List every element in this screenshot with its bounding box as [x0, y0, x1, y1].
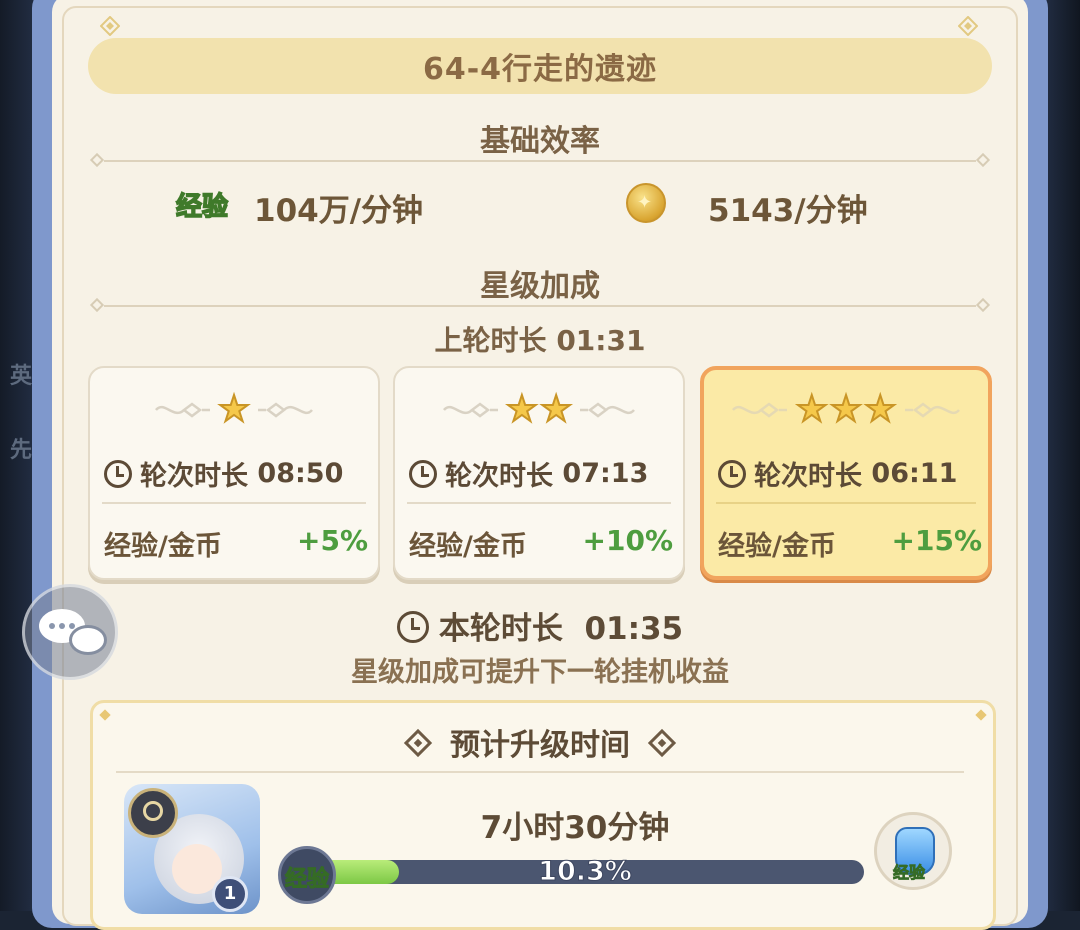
gold-rate: 5143/分钟: [708, 193, 868, 229]
background-glyph: 英: [10, 364, 33, 389]
round-duration: 轮次时长 07:13: [409, 454, 648, 493]
clock-icon: [409, 459, 437, 488]
hero-avatar[interactable]: 1: [124, 784, 260, 914]
xp-progress-bar: 10.3%: [306, 856, 864, 888]
bonus-value: +10%: [582, 524, 673, 557]
chat-button[interactable]: [22, 584, 118, 680]
star-bonus-hint: 星级加成可提升下一轮挂机收益: [351, 657, 729, 688]
reward-label: 经验/金币: [409, 531, 527, 562]
bonus-value: +15%: [891, 524, 982, 557]
hero-class-emblem-icon: [128, 788, 178, 838]
star-tier-card-2[interactable]: ★★ 轮次时长 07:13 经验/金币 +10%: [393, 366, 685, 580]
reward-label: 经验/金币: [104, 531, 222, 562]
round-duration: 轮次时长 08:50: [104, 454, 343, 493]
ornament-left-icon: [732, 402, 788, 418]
hero-level-badge: 1: [212, 876, 248, 912]
ornament-right-icon: [580, 402, 636, 418]
last-round-value: 01:31: [556, 324, 646, 357]
star-icon: ★: [829, 389, 863, 431]
ornament-right-icon: [258, 402, 314, 418]
star-icon: ★: [863, 389, 897, 431]
ornament-right-icon: [904, 402, 960, 418]
last-round-duration: 上轮时长 01:31: [0, 319, 1080, 359]
star-icon: ★: [795, 389, 829, 431]
current-round-duration: 本轮时长 01:35: [0, 603, 1080, 648]
reward-label: 经验/金币: [718, 531, 836, 562]
star-tier-card-3[interactable]: ★★★ 轮次时长 06:11 经验/金币 +15%: [700, 366, 992, 580]
stage-title: 64-4行走的遗迹: [422, 52, 658, 87]
xp-rate: 104万/分钟: [254, 193, 424, 229]
diamond-ornament-icon: [958, 16, 978, 36]
levelup-heading: 预计升级时间: [0, 720, 1080, 764]
star-icon: ★: [539, 389, 573, 431]
star-tier-card-1[interactable]: ★ 轮次时长 08:50 经验/金币 +5%: [88, 366, 380, 580]
section-divider: [89, 297, 991, 313]
xp-potion-button[interactable]: 经验: [874, 812, 952, 890]
background-glyph: 先: [10, 438, 33, 463]
star-icon: ★: [217, 389, 251, 431]
section-divider: [89, 152, 991, 168]
diamond-icon: [647, 728, 677, 758]
last-round-label: 上轮时长: [434, 324, 547, 357]
clock-icon: [104, 459, 132, 488]
clock-icon: [718, 459, 746, 488]
xp-badge-icon: 经验: [278, 846, 336, 904]
xp-progress-text: 10.3%: [538, 856, 633, 888]
diamond-ornament-icon: [100, 16, 120, 36]
xp-icon: 经验: [175, 191, 229, 223]
star-icon: ★: [505, 389, 539, 431]
potion-label: 经验: [893, 863, 926, 883]
bonus-value: +5%: [297, 524, 368, 557]
divider: [116, 771, 964, 773]
ornament-left-icon: [154, 402, 210, 418]
round-duration: 轮次时长 06:11: [718, 454, 957, 493]
levelup-eta: 7小时30分钟: [480, 810, 670, 846]
ornament-left-icon: [442, 402, 498, 418]
gold-coin-icon: ✦: [626, 183, 666, 223]
diamond-icon: [403, 728, 433, 758]
stage-title-bar: 64-4行走的遗迹: [88, 38, 992, 94]
clock-icon: [396, 611, 429, 643]
